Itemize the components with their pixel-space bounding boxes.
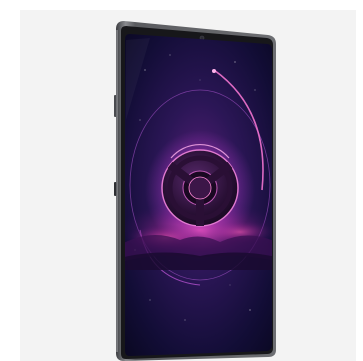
product-image-stage [0, 0, 363, 361]
power-button [114, 182, 117, 196]
wallpaper [125, 34, 272, 356]
tablet-illustration [114, 21, 276, 361]
volume-button [114, 95, 117, 117]
